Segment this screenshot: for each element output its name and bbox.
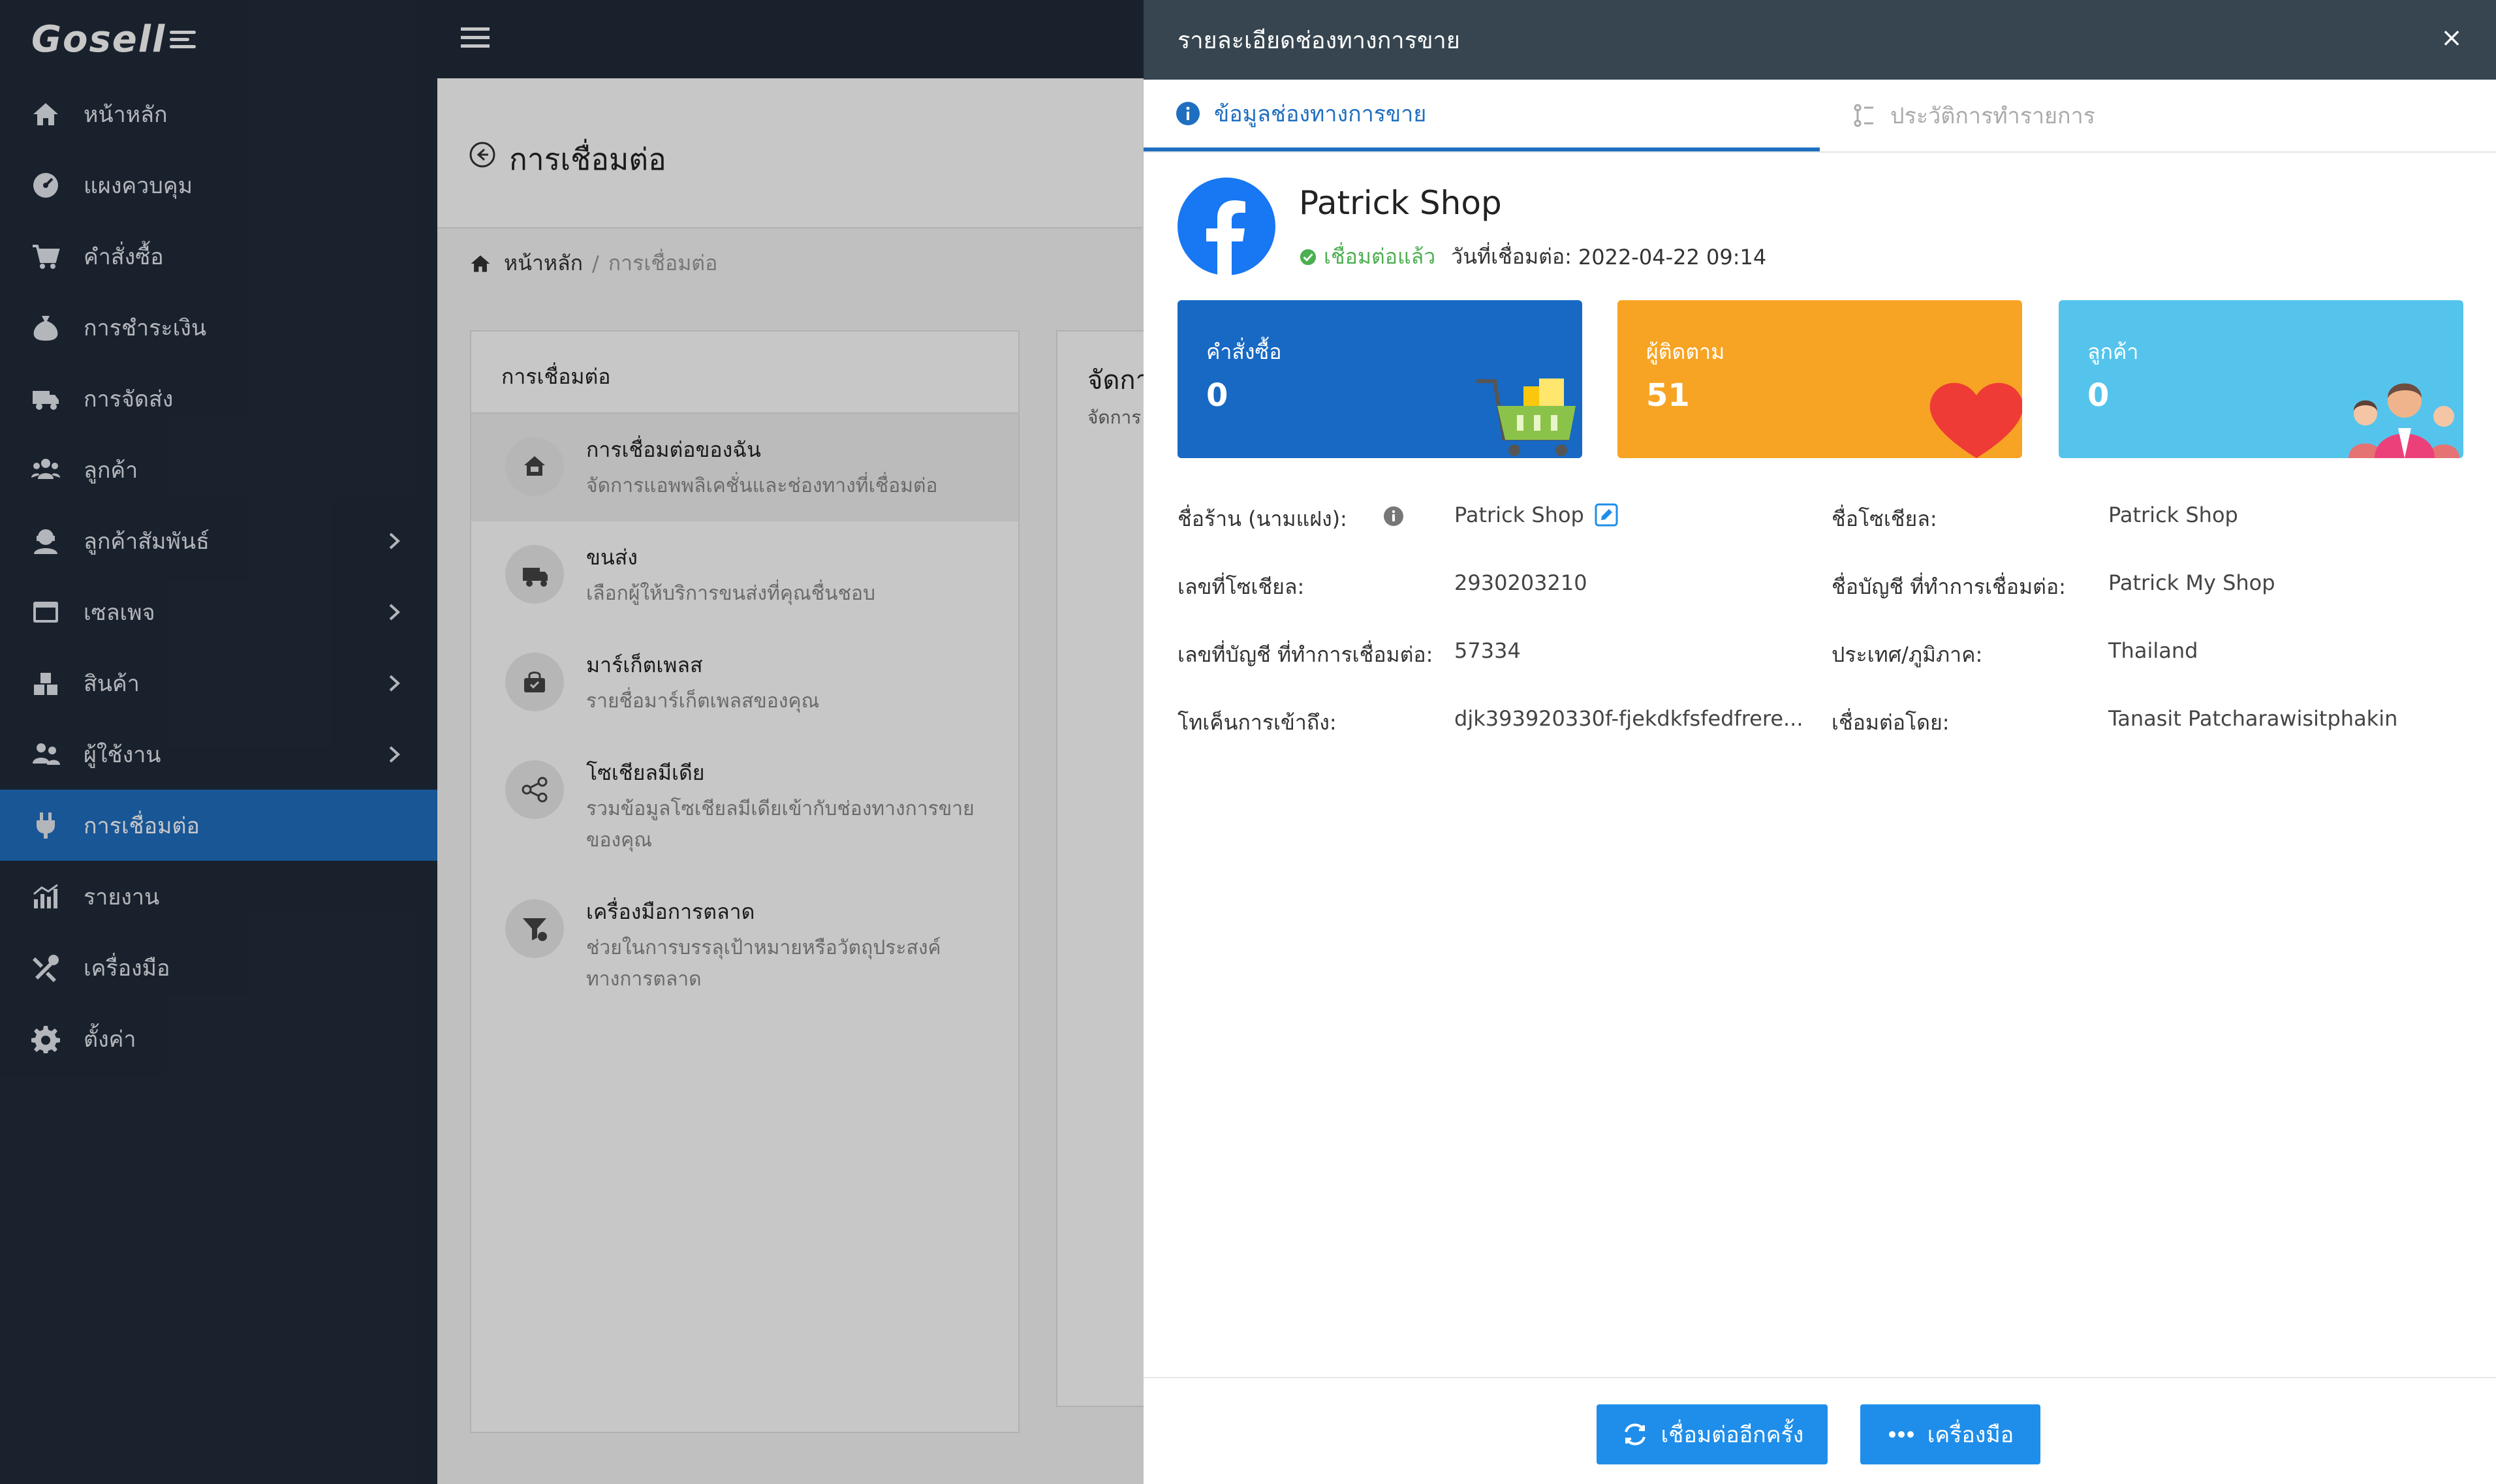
orders-stat-card: คำสั่งซื้อ 0 xyxy=(1178,300,1582,458)
shop-header: Patrick Shop เชื่อมต่อแล้ว วันที่เชื่อมต… xyxy=(1178,178,2418,275)
account-id-label: เลขที่บัญชี ที่ทำการเชื่อมต่อ: xyxy=(1178,642,1433,667)
country-label: ประเทศ/ภูมิภาค: xyxy=(1832,642,1983,667)
access-token-value: djk393920330f-fjekdkfsfedfrere... xyxy=(1454,706,1803,731)
tools-button-label: เครื่องมือ xyxy=(1927,1423,2014,1447)
reconnect-button[interactable]: เชื่อมต่ออีกครั้ง xyxy=(1597,1404,1828,1464)
tools-button[interactable]: เครื่องมือ xyxy=(1860,1404,2040,1464)
info-row: ชื่อร้าน (นามแฝง): Patrick Shop ชื่อโซเช… xyxy=(1178,483,2457,551)
tab-transaction-history-label: ประวัติการทำรายการ xyxy=(1890,103,2095,129)
tab-channel-info-label: ข้อมูลช่องทางการขาย xyxy=(1214,101,1427,127)
channel-info-grid: ชื่อร้าน (นามแฝง): Patrick Shop ชื่อโซเช… xyxy=(1178,483,2457,754)
connected-by-value: Tanasit Patcharawisitphakin xyxy=(2108,706,2398,731)
facebook-logo-icon xyxy=(1178,178,1275,275)
customers-stat-value: 0 xyxy=(2087,377,2110,414)
access-token-label: โทเค็นการเข้าถึง: xyxy=(1178,710,1337,735)
tab-channel-info[interactable]: ข้อมูลช่องทางการขาย xyxy=(1144,80,1820,151)
info-icon xyxy=(1176,102,1200,125)
connected-date: 2022-04-22 09:14 xyxy=(1578,244,1767,270)
heart-icon xyxy=(1929,382,2022,458)
shop-name-label: ชื่อร้าน (นามแฝง): xyxy=(1178,506,1347,531)
customers-stat-card: ลูกค้า 0 xyxy=(2059,300,2463,458)
social-id-value: 2930203210 xyxy=(1454,570,1587,595)
followers-stat-card: ผู้ติดตาม 51 xyxy=(1617,300,2022,458)
drawer-title: รายละเอียดช่องทางการขาย xyxy=(1178,27,1460,54)
social-id-label: เลขที่โซเชียล: xyxy=(1178,574,1305,599)
info-row: เลขที่โซเชียล: 2930203210 ชื่อบัญชี ที่ท… xyxy=(1178,551,2457,619)
social-name-label: ชื่อโซเชียล: xyxy=(1832,506,1937,531)
people-icon xyxy=(2348,383,2459,458)
followers-stat-label: ผู้ติดตาม xyxy=(1646,339,1725,364)
reconnect-button-label: เชื่อมต่ออีกครั้ง xyxy=(1661,1423,1804,1447)
followers-stat-value: 51 xyxy=(1646,377,1690,414)
info-row: เลขที่บัญชี ที่ทำการเชื่อมต่อ: 57334 ประ… xyxy=(1178,619,2457,687)
customers-stat-label: ลูกค้า xyxy=(2087,339,2139,364)
social-name-value: Patrick Shop xyxy=(2108,502,2238,527)
tab-transaction-history[interactable]: ประวัติการทำรายการ xyxy=(1820,80,2496,151)
timeline-icon xyxy=(1854,104,1873,127)
info-row: โทเค็นการเข้าถึง: djk393920330f-fjekdkfs… xyxy=(1178,687,2457,754)
status-badge: เชื่อมต่อแล้ว xyxy=(1324,244,1436,269)
shop-status: เชื่อมต่อแล้ว วันที่เชื่อมต่อ: 2022-04-2… xyxy=(1299,240,1766,273)
info-tooltip-icon[interactable] xyxy=(1382,505,1405,527)
more-dots-icon xyxy=(1888,1431,1914,1438)
account-name-label: ชื่อบัญชี ที่ทำการเชื่อมต่อ: xyxy=(1832,574,2066,599)
account-id-value: 57334 xyxy=(1454,638,1521,663)
connected-by-label: เชื่อมต่อโดย: xyxy=(1832,710,1950,735)
drawer-tabs: ข้อมูลช่องทางการขาย ประวัติการทำรายการ xyxy=(1144,80,2496,153)
edit-icon[interactable] xyxy=(1595,503,1618,527)
account-name-value: Patrick My Shop xyxy=(2108,570,2275,595)
shop-name-value-wrap: Patrick Shop xyxy=(1454,502,1618,527)
shop-name: Patrick Shop xyxy=(1299,184,1502,222)
country-value: Thailand xyxy=(2108,638,2198,663)
drawer-footer: เชื่อมต่ออีกครั้ง เครื่องมือ xyxy=(1144,1377,2496,1484)
shop-name-value: Patrick Shop xyxy=(1454,502,1584,527)
shopping-basket-icon xyxy=(1476,379,1576,456)
sales-channel-drawer: รายละเอียดช่องทางการขาย × ข้อมูลช่องทางก… xyxy=(1144,0,2496,1484)
sync-icon xyxy=(1624,1423,1646,1445)
drawer-header: รายละเอียดช่องทางการขาย × xyxy=(1144,0,2496,80)
close-icon[interactable]: × xyxy=(2439,25,2465,51)
orders-stat-value: 0 xyxy=(1206,377,1228,414)
connected-date-label: วันที่เชื่อมต่อ: xyxy=(1451,244,1572,269)
orders-stat-label: คำสั่งซื้อ xyxy=(1206,339,1282,364)
check-circle-icon xyxy=(1300,249,1317,265)
